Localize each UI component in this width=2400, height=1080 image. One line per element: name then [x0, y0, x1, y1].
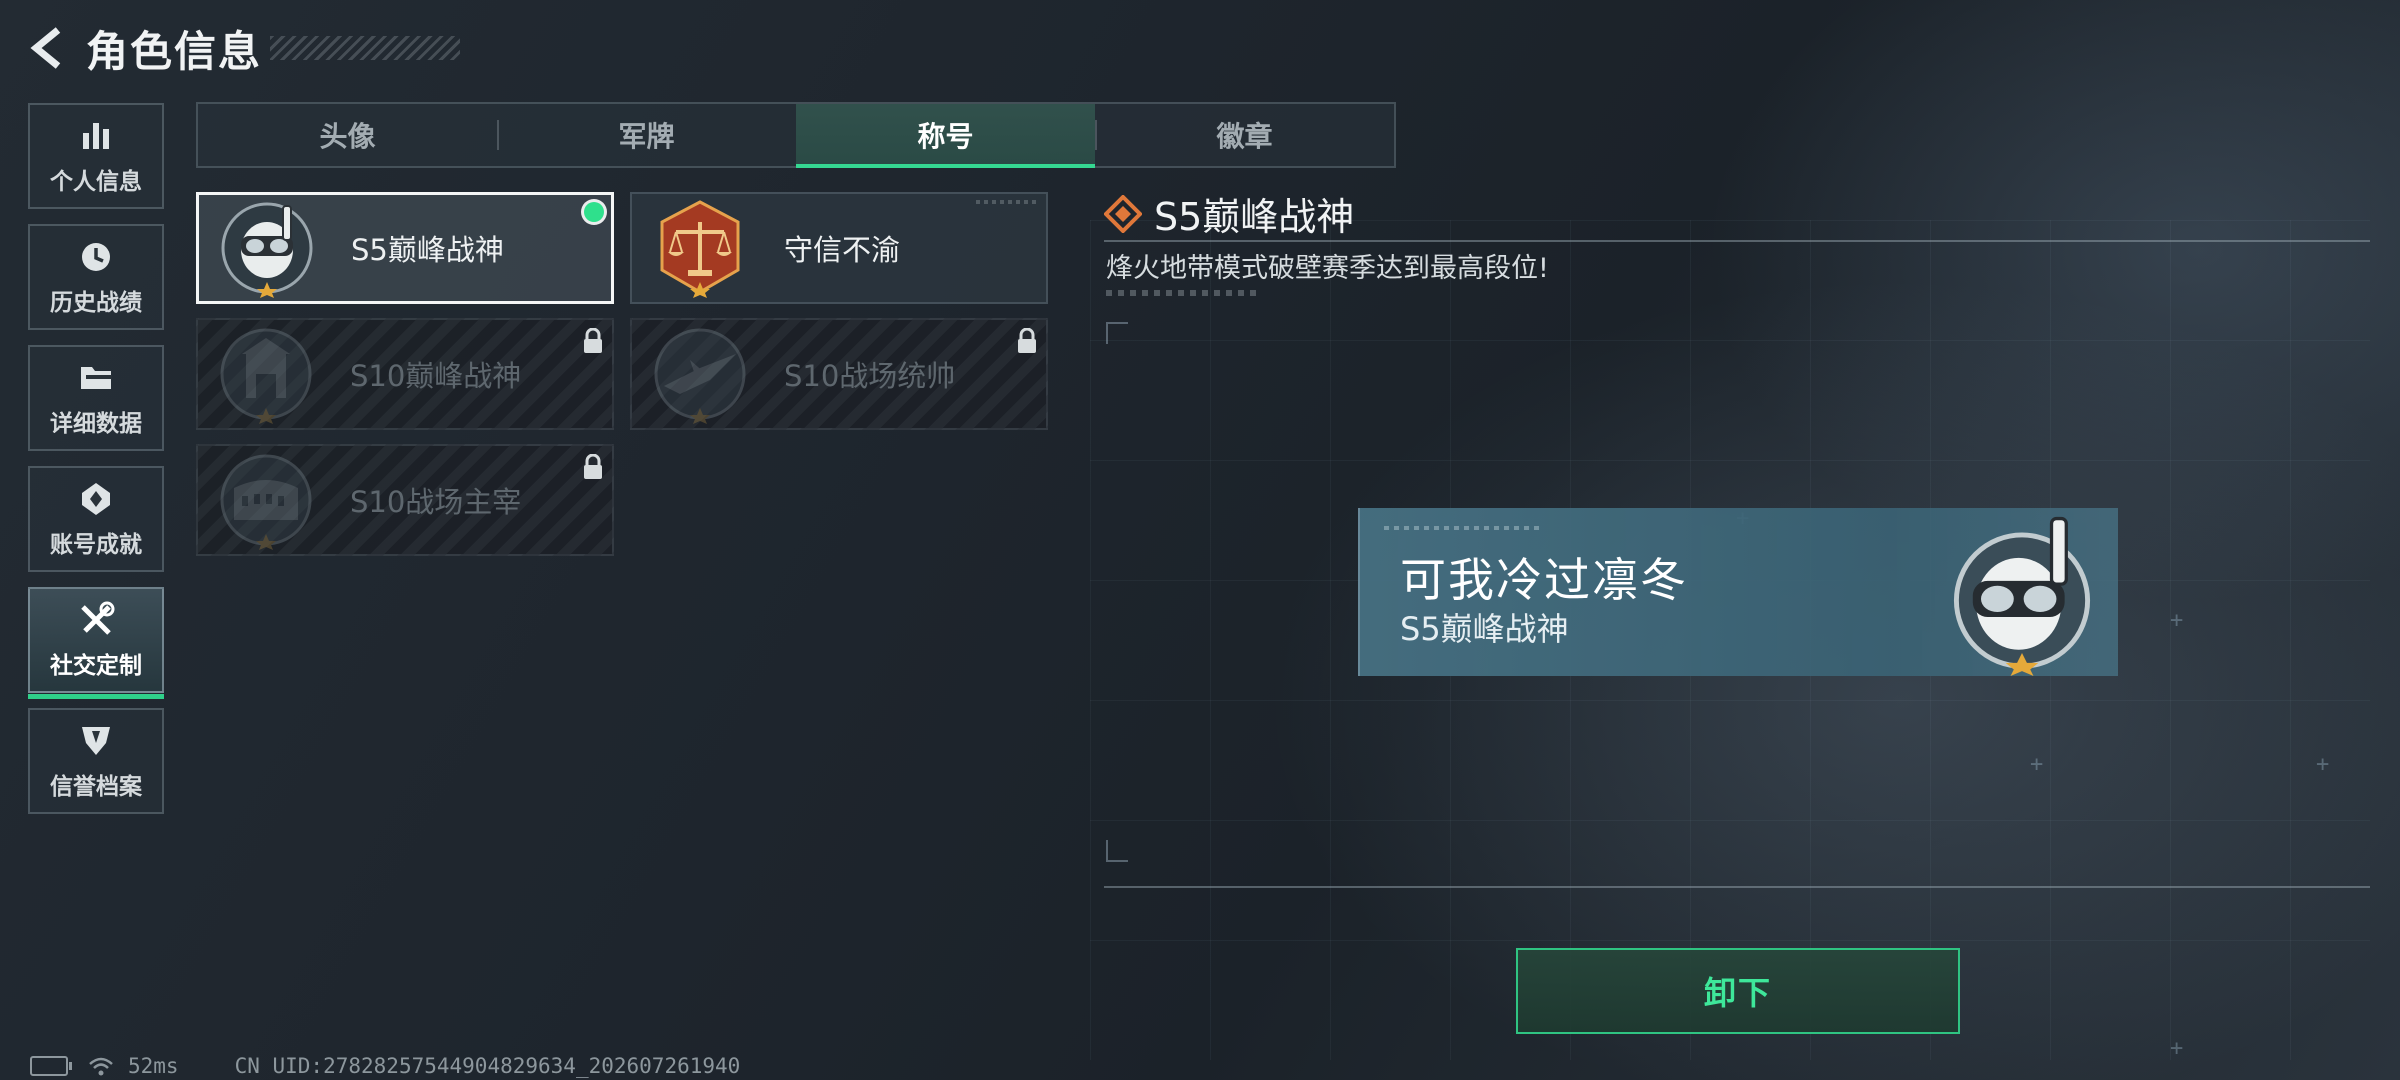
tab-dog-tag[interactable]: 军牌: [497, 104, 796, 166]
clock-icon: [76, 237, 116, 277]
ping-value: 52ms: [128, 1054, 179, 1078]
tab-badge[interactable]: 徽章: [1095, 104, 1394, 166]
page-title: 角色信息: [86, 26, 263, 76]
tab-bar: 头像 军牌 称号 徽章: [196, 102, 1396, 168]
lock-icon: [584, 328, 602, 353]
scales-emblem: [660, 200, 740, 298]
folder-icon: [76, 358, 116, 398]
crosshair-mark: +: [2316, 752, 2330, 777]
sidebar-item-reputation[interactable]: 信誉档案: [28, 708, 164, 814]
title-card-name: 守信不渝: [784, 233, 901, 267]
crosshair-mark: +: [2030, 752, 2044, 777]
sidebar-item-social-customization[interactable]: 社交定制: [28, 587, 164, 699]
title-card-s5-peak[interactable]: S5巅峰战神: [196, 192, 614, 304]
title-card-keep-faith[interactable]: 守信不渝: [630, 192, 1048, 304]
title-card-s10-peak[interactable]: S10巅峰战神: [196, 318, 614, 430]
lock-icon: [584, 454, 602, 479]
sidebar-item-label: 社交定制: [50, 653, 142, 679]
tools-icon: [76, 600, 116, 640]
tab-avatar[interactable]: 头像: [198, 104, 497, 166]
bar-chart-icon: [76, 116, 116, 156]
divider: [1104, 886, 2370, 888]
sidebar-item-label: 个人信息: [50, 169, 142, 195]
equipped-indicator: [584, 202, 604, 222]
title-card-s10-dominator[interactable]: S10战场主宰: [196, 444, 614, 556]
description-decoration: [1106, 290, 1256, 296]
tower-emblem: [220, 328, 312, 424]
header: 角色信息: [26, 18, 262, 78]
user-uid: CN UID:27828257544904829634_202607261940: [234, 1054, 741, 1078]
diver-skull-emblem: [221, 202, 313, 298]
sidebar-item-detailed-data[interactable]: 详细数据: [28, 345, 164, 451]
title-card-name: S5巅峰战神: [351, 233, 504, 267]
title-card-s10-commander[interactable]: S10战场统帅: [630, 318, 1048, 430]
divider: [1104, 240, 2370, 242]
title-card-name: S10战场统帅: [784, 359, 956, 393]
achievement-icon: [76, 479, 116, 519]
title-card-name: S10巅峰战神: [350, 359, 522, 393]
sidebar-item-label: 账号成就: [50, 532, 142, 558]
crosshair-mark: +: [2170, 1036, 2184, 1061]
shield-icon: [76, 721, 116, 761]
aircraft-emblem: [654, 328, 746, 424]
sidebar-item-achievements[interactable]: 账号成就: [28, 466, 164, 572]
detail-title-text: S5巅峰战神: [1154, 195, 1355, 239]
card-decoration: [976, 200, 1036, 204]
title-decoration: [270, 36, 460, 60]
wifi-icon: [89, 1057, 113, 1076]
player-name: 可我冷过凛冬: [1400, 553, 1688, 607]
colosseum-emblem: [220, 454, 312, 550]
battery-icon: [30, 1056, 72, 1076]
sidebar-item-personal-info[interactable]: 个人信息: [28, 103, 164, 209]
diver-skull-emblem: [1953, 516, 2091, 676]
banner-decoration: [1384, 526, 1544, 530]
sidebar-item-label: 详细数据: [50, 411, 142, 437]
detail-title: S5巅峰战神: [1104, 186, 1354, 241]
crosshair-mark: +: [2170, 608, 2184, 633]
sidebar-item-label: 历史战绩: [50, 290, 142, 316]
sidebar-item-label: 信誉档案: [50, 774, 142, 800]
banner-title: S5巅峰战神: [1400, 610, 1569, 648]
back-arrow-icon[interactable]: [26, 24, 66, 72]
sidebar-item-history[interactable]: 历史战绩: [28, 224, 164, 330]
title-card-name: S10战场主宰: [350, 485, 522, 519]
sidebar: 个人信息 历史战绩 详细数据 账号成就 社交定制 信誉档案: [28, 103, 166, 829]
frame-corner: [1106, 322, 1128, 344]
status-bar: 52ms CN UID:27828257544904829634_2026072…: [30, 1054, 740, 1078]
title-preview-banner: 可我冷过凛冬 S5巅峰战神: [1358, 508, 2118, 676]
unequip-button[interactable]: 卸下: [1516, 948, 1960, 1034]
lock-icon: [1018, 328, 1036, 353]
frame-corner: [1106, 840, 1128, 862]
detail-description: 烽火地带模式破壁赛季达到最高段位!: [1106, 253, 1549, 284]
tab-title[interactable]: 称号: [796, 104, 1095, 168]
unequip-button-label: 卸下: [1703, 974, 1772, 1012]
diamond-icon: [1104, 194, 1142, 233]
